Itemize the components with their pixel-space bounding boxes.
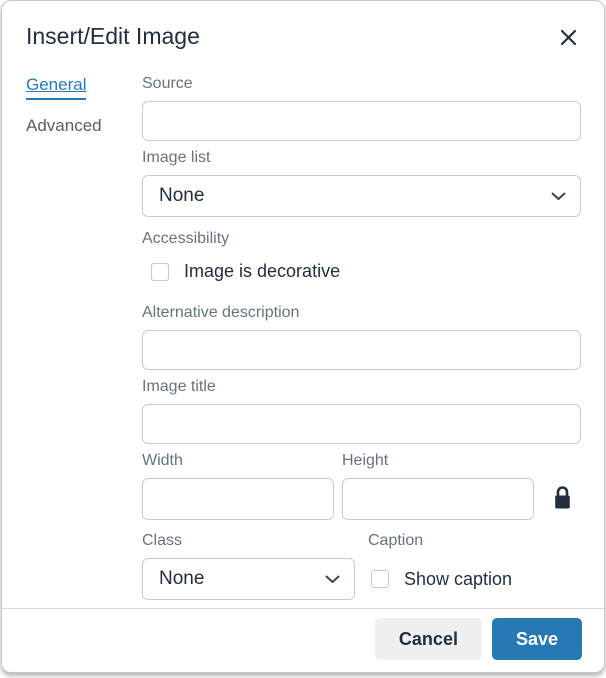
dialog-title: Insert/Edit Image (26, 22, 200, 50)
source-label: Source (142, 75, 581, 93)
tab-list: General Advanced (26, 75, 118, 608)
close-button[interactable] (555, 24, 582, 51)
class-caption-row: Class None Caption Show capti (142, 532, 581, 608)
show-caption-checkbox-label[interactable]: Show caption (404, 569, 512, 590)
class-select[interactable]: None (142, 558, 355, 600)
width-input[interactable] (142, 478, 334, 520)
class-selected-value: None (159, 568, 204, 590)
insert-edit-image-dialog: Insert/Edit Image General Advanced Sourc… (1, 0, 605, 673)
caption-label: Caption (368, 532, 581, 550)
cancel-button[interactable]: Cancel (375, 618, 482, 660)
height-label: Height (342, 452, 534, 470)
general-form: Source Image list None Accessibility (142, 75, 581, 608)
constrain-proportions-button[interactable] (543, 478, 581, 520)
save-button[interactable]: Save (492, 618, 582, 660)
chevron-down-icon (325, 568, 340, 590)
tab-advanced[interactable]: Advanced (26, 116, 102, 139)
dialog-body: General Advanced Source Image list None (2, 61, 604, 608)
image-list-group: Image list None (142, 149, 581, 217)
class-label: Class (142, 532, 355, 550)
decorative-checkbox-row: Image is decorative (142, 261, 581, 282)
accessibility-group: Accessibility Image is decorative (142, 230, 581, 282)
image-list-label: Image list (142, 149, 581, 167)
image-title-group: Image title (142, 378, 581, 444)
height-group: Height (342, 452, 534, 520)
image-list-selected-value: None (159, 185, 204, 207)
decorative-checkbox[interactable] (151, 263, 169, 281)
alt-description-label: Alternative description (142, 304, 581, 322)
image-title-input[interactable] (142, 404, 581, 444)
lock-icon (553, 485, 572, 513)
alt-description-group: Alternative description (142, 304, 581, 370)
chevron-down-icon (551, 185, 566, 207)
show-caption-checkbox[interactable] (371, 570, 389, 588)
class-group: Class None (142, 532, 355, 600)
alt-description-input[interactable] (142, 330, 581, 370)
width-label: Width (142, 452, 334, 470)
height-input[interactable] (342, 478, 534, 520)
image-list-select[interactable]: None (142, 175, 581, 217)
dimensions-row: Width Height (142, 452, 581, 520)
show-caption-checkbox-row: Show caption (368, 558, 581, 600)
close-icon (559, 35, 578, 50)
image-title-label: Image title (142, 378, 581, 396)
caption-group: Caption Show caption (368, 532, 581, 600)
source-input[interactable] (142, 101, 581, 141)
dialog-footer: Cancel Save (2, 608, 604, 672)
tab-general[interactable]: General (26, 75, 86, 100)
source-group: Source (142, 75, 581, 141)
width-group: Width (142, 452, 334, 520)
accessibility-label: Accessibility (142, 230, 581, 248)
decorative-checkbox-label[interactable]: Image is decorative (184, 261, 340, 282)
dialog-header: Insert/Edit Image (2, 1, 604, 61)
